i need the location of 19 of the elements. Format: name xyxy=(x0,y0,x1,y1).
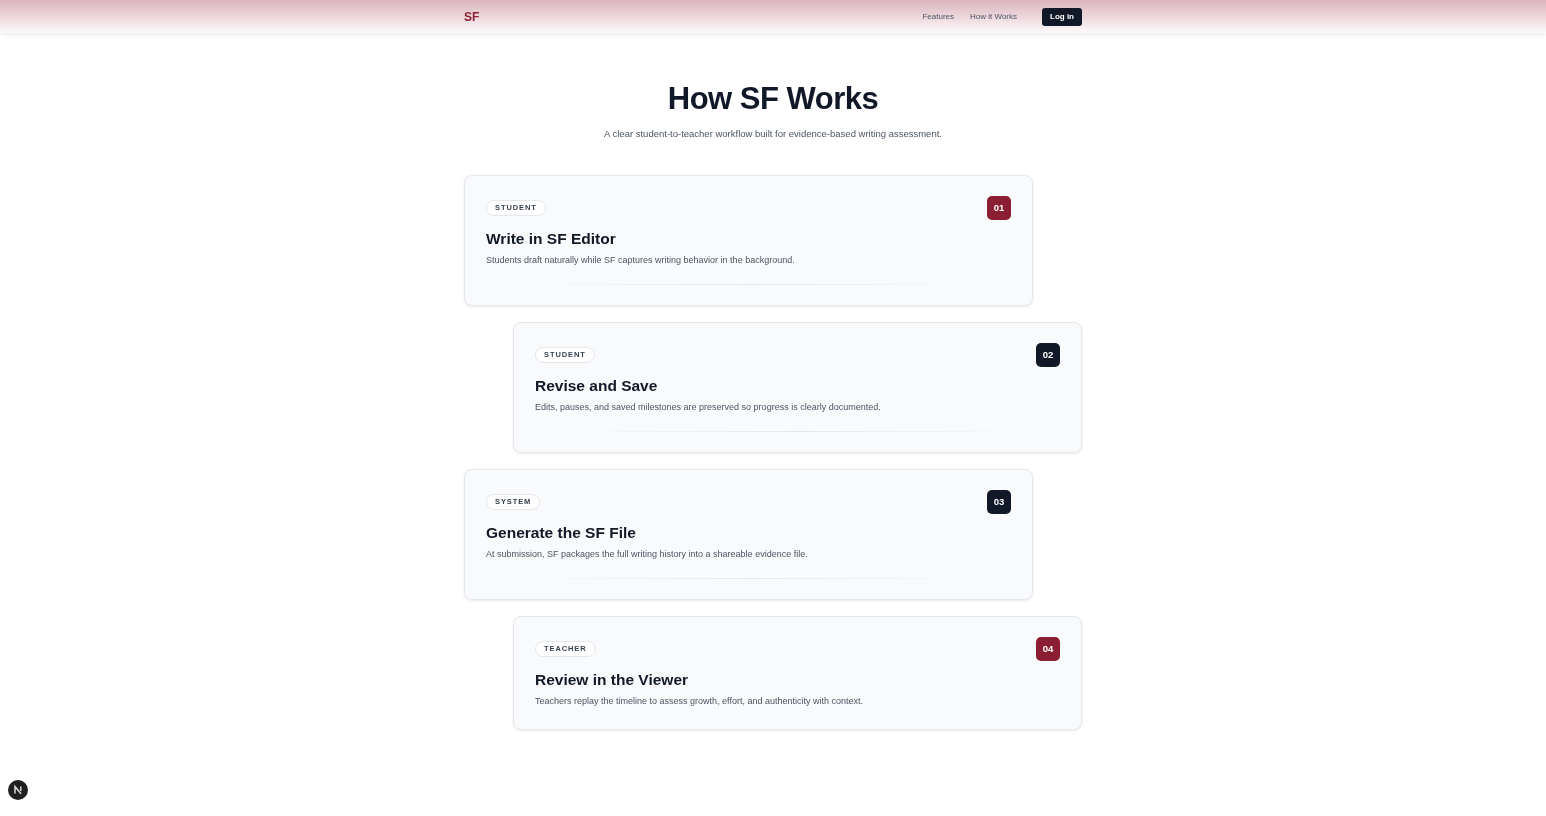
step-title: Generate the SF File xyxy=(486,523,637,543)
step-description: Teachers replay the timeline to assess growth, effort, and authenticity with context. xyxy=(535,695,864,707)
circle-logo-icon[interactable] xyxy=(8,780,28,800)
login-button[interactable]: Log in xyxy=(1042,7,1082,26)
page-subtitle: A clear student-to-teacher workflow built for evidence-based writing assessment. xyxy=(603,128,943,140)
step-number-badge: 03 xyxy=(987,490,1011,514)
step-description: Students draft naturally while SF captures writing behavior in the background. xyxy=(486,254,796,266)
step-number-badge: 04 xyxy=(1036,637,1060,661)
step-title: Review in the Viewer xyxy=(535,670,690,690)
step-description: At submission, SF packages the full writing history into a shareable evidence file. xyxy=(486,548,809,560)
page-title: How SF Works xyxy=(666,83,880,115)
step-number-badge: 01 xyxy=(987,196,1011,220)
step-number-badge: 02 xyxy=(1036,343,1060,367)
nav-link[interactable]: How it Works xyxy=(970,12,1017,21)
step-title: Write in SF Editor xyxy=(486,229,617,249)
nav-link[interactable]: Features xyxy=(922,12,955,21)
step-title: Revise and Save xyxy=(535,376,659,396)
step-description: Edits, pauses, and saved milestones are preserved so progress is clearly documented. xyxy=(535,401,882,413)
logo[interactable]: SF xyxy=(464,10,480,23)
